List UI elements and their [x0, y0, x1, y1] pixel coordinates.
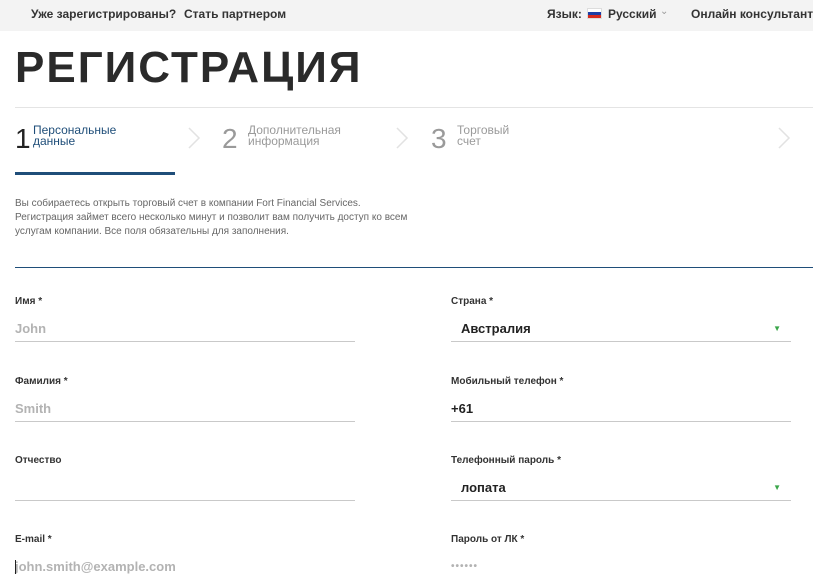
country-field: Страна * Австралия ▼ — [451, 296, 791, 342]
middle-name-field: Отчество — [15, 455, 355, 501]
online-consultant-link[interactable]: Онлайн консультант — [691, 7, 813, 21]
become-partner-link[interactable]: Стать партнером — [184, 7, 286, 21]
step-number: 2 — [222, 123, 238, 154]
phone-password-value: лопата — [461, 480, 506, 495]
step-number: 1 — [15, 123, 31, 154]
intro-text: Вы собираетесь открыть торговый счет в к… — [15, 198, 408, 237]
page-title: РЕГИСТРАЦИЯ — [15, 43, 363, 92]
chevron-down-icon[interactable]: ⌄ — [660, 6, 668, 17]
account-password-field: Пароль от ЛК * •••••• — [451, 534, 791, 574]
mobile-phone-input[interactable]: +61 — [451, 396, 791, 422]
first-name-field: Имя * John — [15, 296, 355, 342]
account-password-input[interactable]: •••••• — [451, 554, 791, 574]
language-selector[interactable]: Русский — [608, 7, 657, 21]
country-label: Страна * — [451, 296, 494, 307]
step-label: Дополнительная информация — [248, 123, 341, 148]
registration-steps: 1 Персональные данные 2 Дополнительная инф… — [15, 107, 813, 175]
middle-name-label: Отчество — [15, 455, 62, 466]
email-label: E-mail * — [15, 534, 52, 545]
mobile-phone-field: Мобильный телефон * +61 — [451, 376, 791, 422]
chevron-right-icon — [396, 127, 409, 149]
last-name-input[interactable]: Smith — [15, 396, 355, 422]
language-label: Язык: — [547, 7, 582, 21]
step-number: 3 — [431, 123, 447, 154]
mobile-phone-label: Мобильный телефон * — [451, 376, 564, 387]
step-label: Торговый счет — [457, 123, 510, 148]
active-step-underline — [15, 172, 175, 175]
chevron-right-icon — [188, 127, 201, 149]
first-name-label: Имя * — [15, 296, 43, 307]
phone-password-field: Телефонный пароль * лопата ▼ — [451, 455, 791, 501]
account-password-label: Пароль от ЛК * — [451, 534, 525, 545]
phone-password-select[interactable]: лопата ▼ — [451, 475, 791, 501]
text-cursor — [15, 560, 16, 574]
russia-flag-icon[interactable] — [587, 8, 602, 19]
middle-name-input[interactable] — [15, 475, 355, 501]
email-field: E-mail * john.smith@example.com — [15, 534, 355, 574]
already-registered-link[interactable]: Уже зарегистрированы? — [31, 7, 176, 21]
last-name-field: Фамилия * Smith — [15, 376, 355, 422]
country-select[interactable]: Австралия ▼ — [451, 316, 791, 342]
step-personal-data[interactable]: 1 Персональные данные — [15, 108, 201, 175]
dropdown-caret-icon: ▼ — [773, 324, 781, 333]
country-value: Австралия — [461, 321, 531, 336]
chevron-right-icon — [778, 127, 791, 149]
step-additional-info[interactable]: 2 Дополнительная информация — [222, 108, 422, 174]
last-name-label: Фамилия * — [15, 376, 68, 387]
section-divider — [15, 267, 813, 268]
top-bar: Уже зарегистрированы? Стать партнером Яз… — [0, 0, 813, 31]
email-placeholder: john.smith@example.com — [15, 559, 176, 574]
step-trading-account[interactable]: 3 Торговый счет — [431, 108, 813, 174]
email-input[interactable]: john.smith@example.com — [15, 554, 355, 574]
first-name-input[interactable]: John — [15, 316, 355, 342]
dropdown-caret-icon: ▼ — [773, 483, 781, 492]
step-label: Персональные данные — [33, 123, 117, 148]
phone-password-label: Телефонный пароль * — [451, 455, 561, 466]
